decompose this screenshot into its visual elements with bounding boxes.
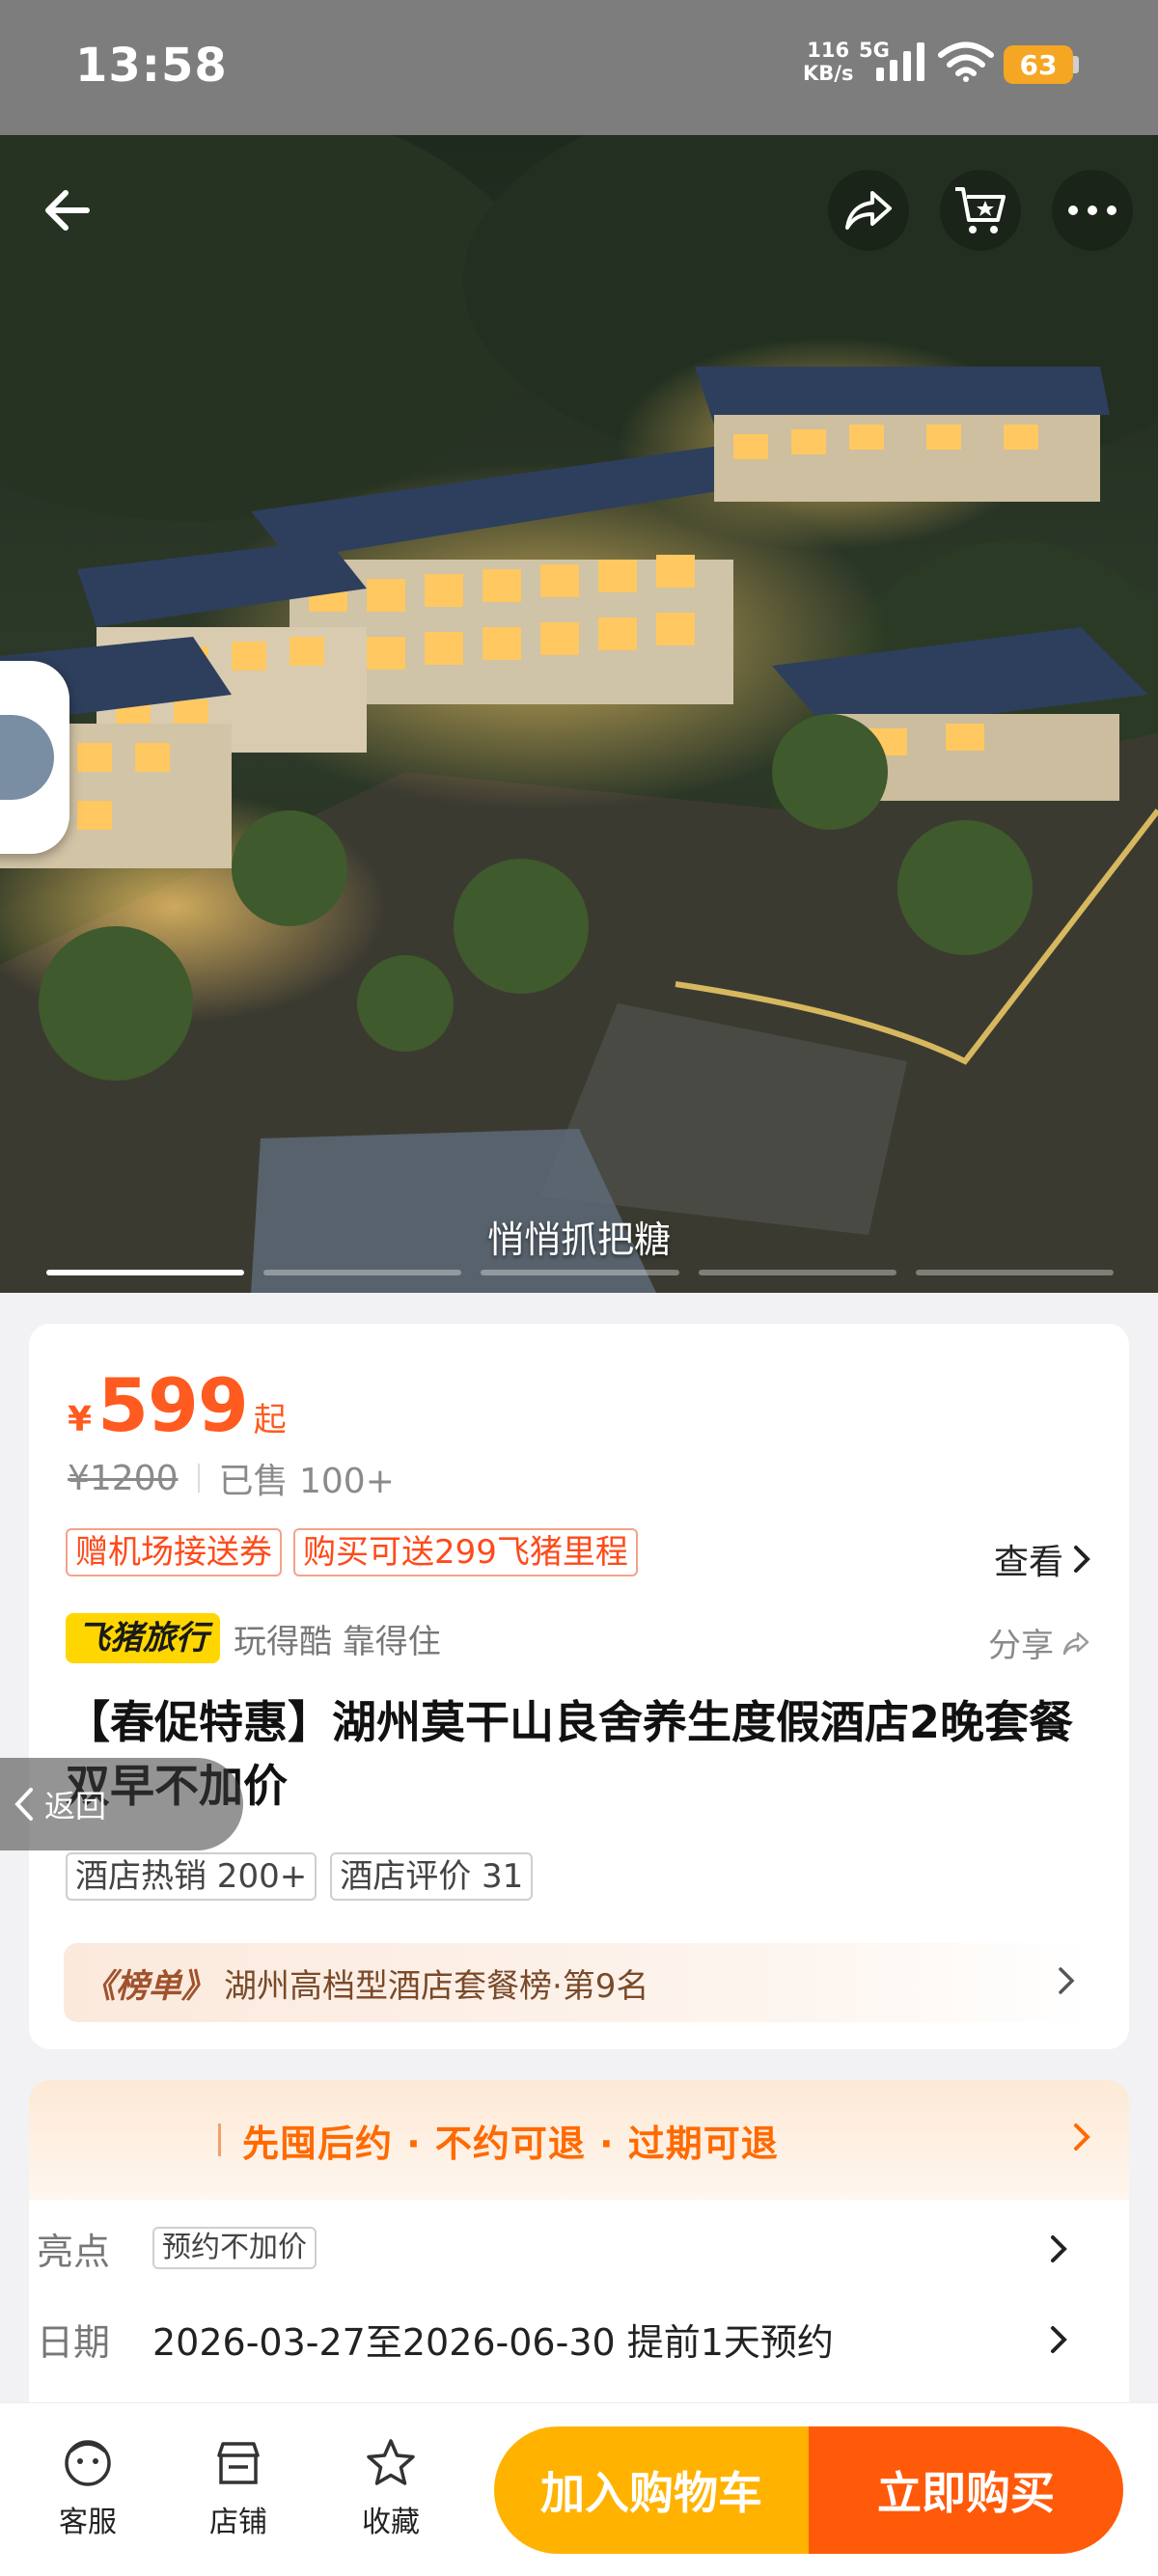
share-button[interactable]: [828, 170, 909, 251]
coupon-list: 赠机场接送券 购买可送299飞猪里程: [66, 1528, 638, 1576]
star-icon: [367, 2439, 415, 2485]
gallery-indicator: [46, 1270, 1115, 1275]
back-label: 返回: [44, 1788, 107, 1824]
gallery-dot-2[interactable]: [263, 1270, 462, 1275]
cart-button[interactable]: [940, 170, 1021, 251]
network-speed-value: 116: [807, 39, 850, 62]
share-label: 分享: [988, 1627, 1054, 1665]
price-row: ¥ 599 起: [68, 1362, 287, 1448]
gallery-dot-4[interactable]: [698, 1270, 896, 1275]
original-price-row: ¥1200 已售 100+: [68, 1453, 395, 1503]
share-small-icon: [1062, 1631, 1089, 1655]
image-caption: 悄悄抓把糖: [486, 1219, 671, 1261]
coupon-mileage[interactable]: 购买可送299飞猪里程: [293, 1528, 638, 1576]
floating-app-icon: [0, 715, 54, 800]
highlight-label: 亮点: [37, 2230, 111, 2273]
view-label: 查看: [993, 1543, 1063, 1582]
date-label: 日期: [37, 2320, 111, 2364]
share-icon: [845, 191, 892, 230]
bottom-action-bar: 客服 店铺 收藏 加入购物车 立即购买: [0, 2402, 1158, 2576]
more-dots-icon: [1068, 206, 1117, 215]
divider: [197, 1464, 200, 1493]
ranking-badge: 《榜单》: [83, 1966, 214, 2006]
shop-label: 店铺: [209, 2506, 267, 2539]
banner-divider: [218, 2124, 221, 2156]
fliggy-logo: 飞猪旅行: [66, 1613, 220, 1663]
coupon-airport[interactable]: 赠机场接送券: [66, 1528, 282, 1576]
hero-gallery[interactable]: 悄悄抓把糖: [0, 135, 1158, 1293]
network-speed: 116 KB/s: [803, 39, 853, 85]
wifi-icon: [938, 41, 994, 82]
price-value: 599: [97, 1362, 249, 1448]
hotel-photo: [0, 135, 1158, 1293]
back-button[interactable]: [27, 170, 108, 251]
view-coupons-link[interactable]: 查看: [994, 1534, 1090, 1584]
battery-indicator: 63: [1004, 45, 1073, 84]
tag-reviews[interactable]: 酒店评价 31: [330, 1852, 534, 1901]
policy-banner[interactable]: 先囤后约 · 不约可退 · 过期可退: [29, 2080, 1129, 2200]
chevron-right-icon: [1051, 2235, 1067, 2262]
cell-signal-icon: [876, 42, 924, 81]
date-row[interactable]: 日期 2026-03-27至2026-06-30 提前1天预约: [37, 2310, 1067, 2368]
highlight-row[interactable]: 亮点 预约不加价: [37, 2219, 1067, 2277]
price-suffix: 起: [253, 1401, 287, 1439]
product-info-card: ¥ 599 起 ¥1200 已售 100+ 赠机场接送券 购买可送299飞猪里程…: [29, 1324, 1129, 2049]
sold-count: 已售 100+: [218, 1462, 395, 1501]
favorite-label: 收藏: [362, 2506, 420, 2539]
buy-now-button[interactable]: 立即购买: [809, 2426, 1123, 2554]
share-link[interactable]: 分享: [988, 1619, 1090, 1666]
status-bar: 13:58 116 KB/s 5G 63: [0, 0, 1158, 135]
date-value: 2026-03-27至2026-06-30 提前1天预约: [152, 2320, 834, 2364]
shopping-cart-icon: [955, 187, 1006, 233]
service-face-icon: [65, 2440, 111, 2486]
original-price: ¥1200: [68, 1458, 179, 1498]
arrow-left-icon: [45, 190, 90, 231]
gallery-dot-5[interactable]: [915, 1270, 1115, 1275]
more-button[interactable]: [1052, 170, 1133, 251]
battery-cap: [1073, 56, 1079, 73]
add-to-cart-button[interactable]: 加入购物车: [494, 2426, 809, 2554]
currency-symbol: ¥: [68, 1400, 93, 1439]
shop-button[interactable]: 店铺: [185, 2436, 291, 2540]
chevron-right-icon: [1059, 1967, 1075, 1994]
highlight-tag: 预约不加价: [152, 2227, 317, 2269]
favorite-button[interactable]: 收藏: [338, 2436, 444, 2540]
tag-hot-sales[interactable]: 酒店热销 200+: [66, 1852, 317, 1901]
network-speed-unit: KB/s: [803, 62, 854, 85]
floating-app-bubble[interactable]: [0, 661, 69, 854]
gallery-dot-1[interactable]: [46, 1270, 245, 1275]
service-label: 客服: [59, 2506, 117, 2539]
policy-text: 先囤后约 · 不约可退 · 过期可退: [242, 2122, 779, 2165]
brand-slogan: 玩得酷 靠得住: [234, 1622, 441, 1661]
customer-service-button[interactable]: 客服: [35, 2436, 141, 2540]
ranking-bar[interactable]: 《榜单》 湖州高档型酒店套餐榜·第9名: [64, 1943, 1094, 2022]
status-time: 13:58: [75, 39, 228, 93]
floating-back-button[interactable]: 返回: [0, 1758, 243, 1850]
chevron-right-icon: [1074, 2124, 1090, 2151]
ranking-text: 湖州高档型酒店套餐榜·第9名: [224, 1966, 649, 2006]
brand-row: 飞猪旅行 玩得酷 靠得住: [66, 1613, 441, 1663]
product-tags: 酒店热销 200+ 酒店评价 31: [66, 1852, 534, 1901]
chevron-left-icon: [14, 1788, 33, 1821]
store-icon: [217, 2442, 260, 2484]
gallery-dot-3[interactable]: [481, 1270, 679, 1275]
chevron-right-icon: [1074, 1546, 1090, 1573]
chevron-right-icon: [1051, 2326, 1067, 2353]
